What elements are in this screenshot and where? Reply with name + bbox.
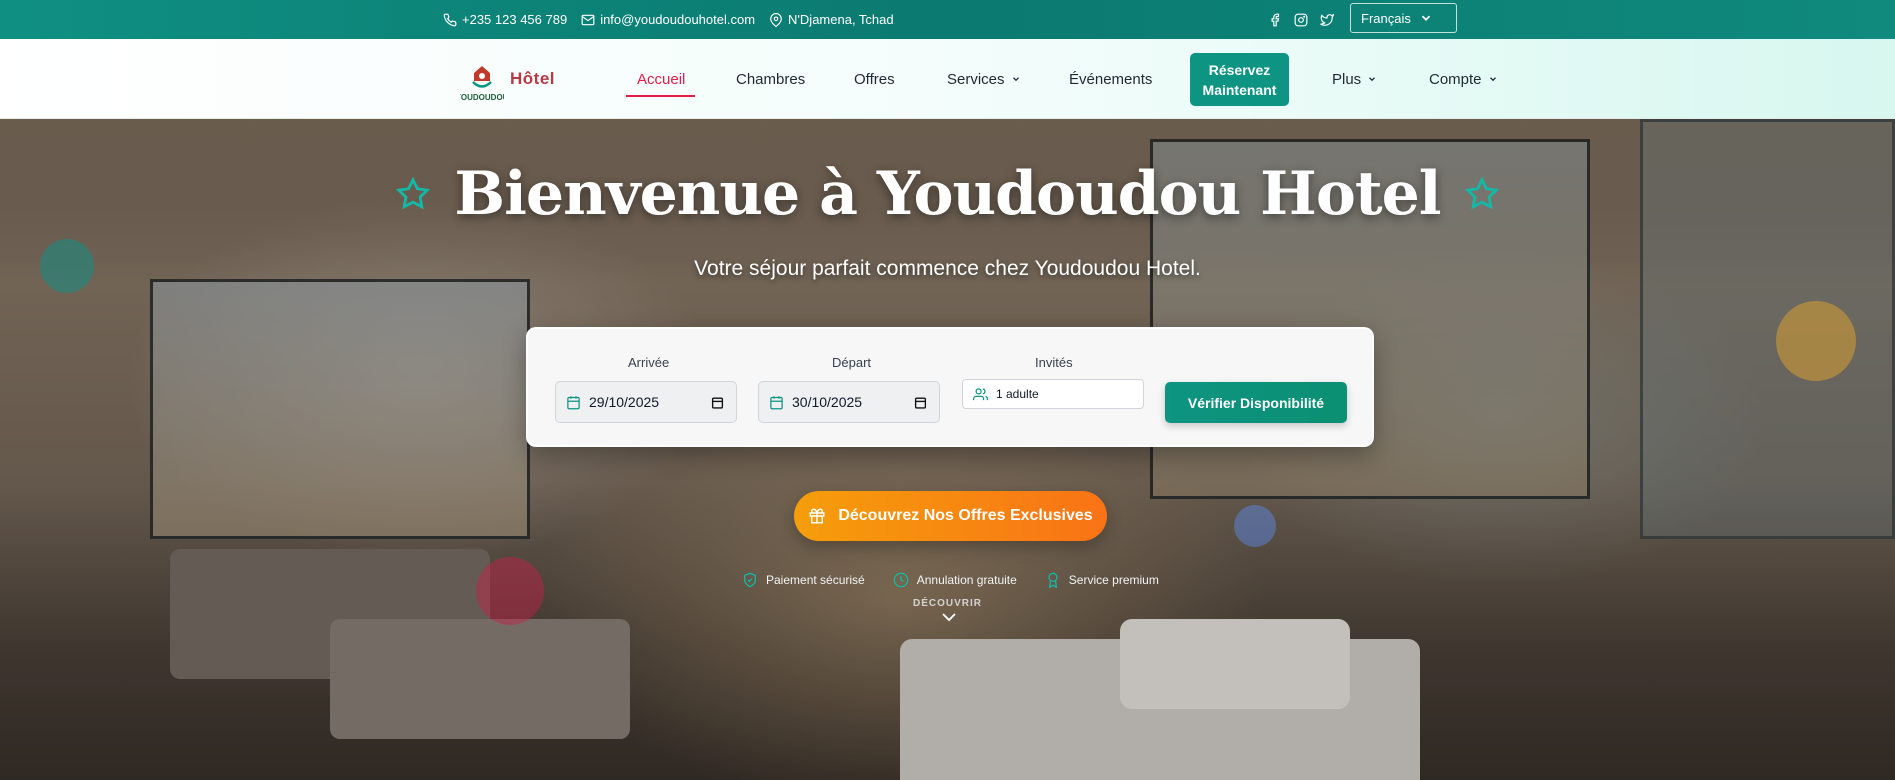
mail-icon	[581, 14, 595, 25]
guests-input[interactable]: 1 adulte	[962, 379, 1144, 409]
book-now-button[interactable]: Réservez Maintenant	[1190, 53, 1289, 106]
nav-label: Offres	[854, 70, 895, 88]
date-picker-icon[interactable]	[711, 396, 724, 409]
location-info: N'Djamena, Tchad	[769, 12, 894, 27]
nav-chambres[interactable]: Chambres	[736, 39, 805, 119]
arrival-date-input[interactable]: 29/10/2025	[555, 381, 737, 423]
guests-label: Invités	[1035, 355, 1073, 370]
booking-form: Arrivée 29/10/2025 Départ 30/10/2025 Inv…	[526, 327, 1374, 447]
badge-label: Annulation gratuite	[916, 573, 1017, 587]
nav-label: Services	[947, 70, 1005, 88]
twitter-icon[interactable]	[1320, 13, 1334, 27]
main-navbar: YOUDOUDOU Hôtel Accueil Chambres Offres …	[0, 39, 1895, 119]
chevron-down-icon[interactable]	[940, 610, 958, 624]
email-text: info@youdoudouhotel.com	[600, 12, 756, 27]
social-links	[1268, 0, 1334, 39]
nav-compte[interactable]: Compte	[1429, 39, 1498, 119]
brand-name[interactable]: Hôtel	[510, 69, 555, 89]
guests-value: 1 adulte	[996, 387, 1039, 401]
star-icon	[1464, 177, 1499, 210]
nav-accueil[interactable]: Accueil	[625, 39, 696, 119]
decorative-bubble	[1234, 505, 1276, 547]
logo-text: YOUDOUDOU	[460, 93, 504, 102]
contact-info: +235 123 456 789 info@youdoudouhotel.com…	[443, 0, 894, 39]
chevron-down-icon	[1421, 15, 1430, 21]
hero-title: Bienvenue à Youdoudou Hotel	[454, 159, 1441, 229]
chevron-down-icon	[1012, 77, 1019, 82]
badge-free-cancellation: Annulation gratuite	[893, 572, 1017, 588]
nav-evenements[interactable]: Événements	[1069, 39, 1152, 119]
badge-premium-service: Service premium	[1045, 572, 1159, 588]
arrival-date-value: 29/10/2025	[589, 394, 660, 410]
nav-plus[interactable]: Plus	[1332, 39, 1377, 119]
chevron-down-icon	[1369, 77, 1376, 82]
hero-subtitle: Votre séjour parfait commence chez Youdo…	[694, 257, 1201, 280]
top-bar: +235 123 456 789 info@youdoudouhotel.com…	[0, 0, 1895, 39]
shield-check-icon	[744, 572, 756, 588]
nav-label: Plus	[1332, 70, 1362, 88]
users-icon	[973, 387, 988, 400]
badge-label: Paiement sécurisé	[766, 573, 865, 587]
date-picker-icon[interactable]	[914, 396, 927, 409]
phone-link[interactable]: +235 123 456 789	[443, 12, 567, 27]
award-icon	[1048, 572, 1058, 588]
offers-label: Découvrez Nos Offres Exclusives	[838, 507, 1093, 524]
decorative-bubble	[1776, 301, 1856, 381]
instagram-icon[interactable]	[1294, 13, 1308, 27]
phone-icon	[443, 13, 457, 26]
language-select[interactable]: Français	[1350, 3, 1457, 33]
departure-label: Départ	[832, 355, 872, 370]
hero-section: Bienvenue à Youdoudou Hotel Votre séjour…	[0, 119, 1895, 780]
check-availability-button[interactable]: Vérifier Disponibilité	[1165, 382, 1347, 423]
nav-label: Compte	[1429, 70, 1482, 88]
hero-title-row: Bienvenue à Youdoudou Hotel	[0, 159, 1895, 229]
exclusive-offers-button[interactable]: Découvrez Nos Offres Exclusives	[794, 491, 1107, 541]
nav-label: Chambres	[736, 70, 806, 88]
facebook-icon[interactable]	[1268, 13, 1282, 27]
trust-badges: Paiement sécurisé Annulation gratuite Se…	[742, 572, 1159, 588]
arrival-label: Arrivée	[628, 355, 670, 370]
language-value: Français	[1361, 10, 1411, 26]
departure-date-value: 30/10/2025	[792, 394, 863, 410]
discover-label[interactable]: DÉCOUVRIR	[0, 598, 1895, 609]
map-pin-icon	[770, 12, 782, 27]
calendar-icon	[770, 395, 783, 409]
gift-icon	[809, 508, 825, 524]
clock-icon	[893, 572, 909, 588]
star-icon	[396, 177, 431, 210]
nav-offres[interactable]: Offres	[854, 39, 895, 119]
nav-label: Événements	[1069, 70, 1153, 88]
chevron-down-icon	[1489, 77, 1496, 82]
departure-date-input[interactable]: 30/10/2025	[758, 381, 940, 423]
email-link[interactable]: info@youdoudouhotel.com	[581, 12, 755, 27]
nav-label: Accueil	[637, 70, 686, 88]
badge-secure-payment: Paiement sécurisé	[742, 572, 865, 588]
hotel-logo[interactable]: YOUDOUDOU	[460, 63, 504, 103]
decorative-bubble	[476, 557, 544, 625]
phone-text: +235 123 456 789	[462, 12, 568, 27]
calendar-icon	[567, 395, 580, 409]
badge-label: Service premium	[1068, 573, 1159, 587]
nav-services[interactable]: Services	[947, 39, 1021, 119]
location-text: N'Djamena, Tchad	[788, 12, 894, 27]
